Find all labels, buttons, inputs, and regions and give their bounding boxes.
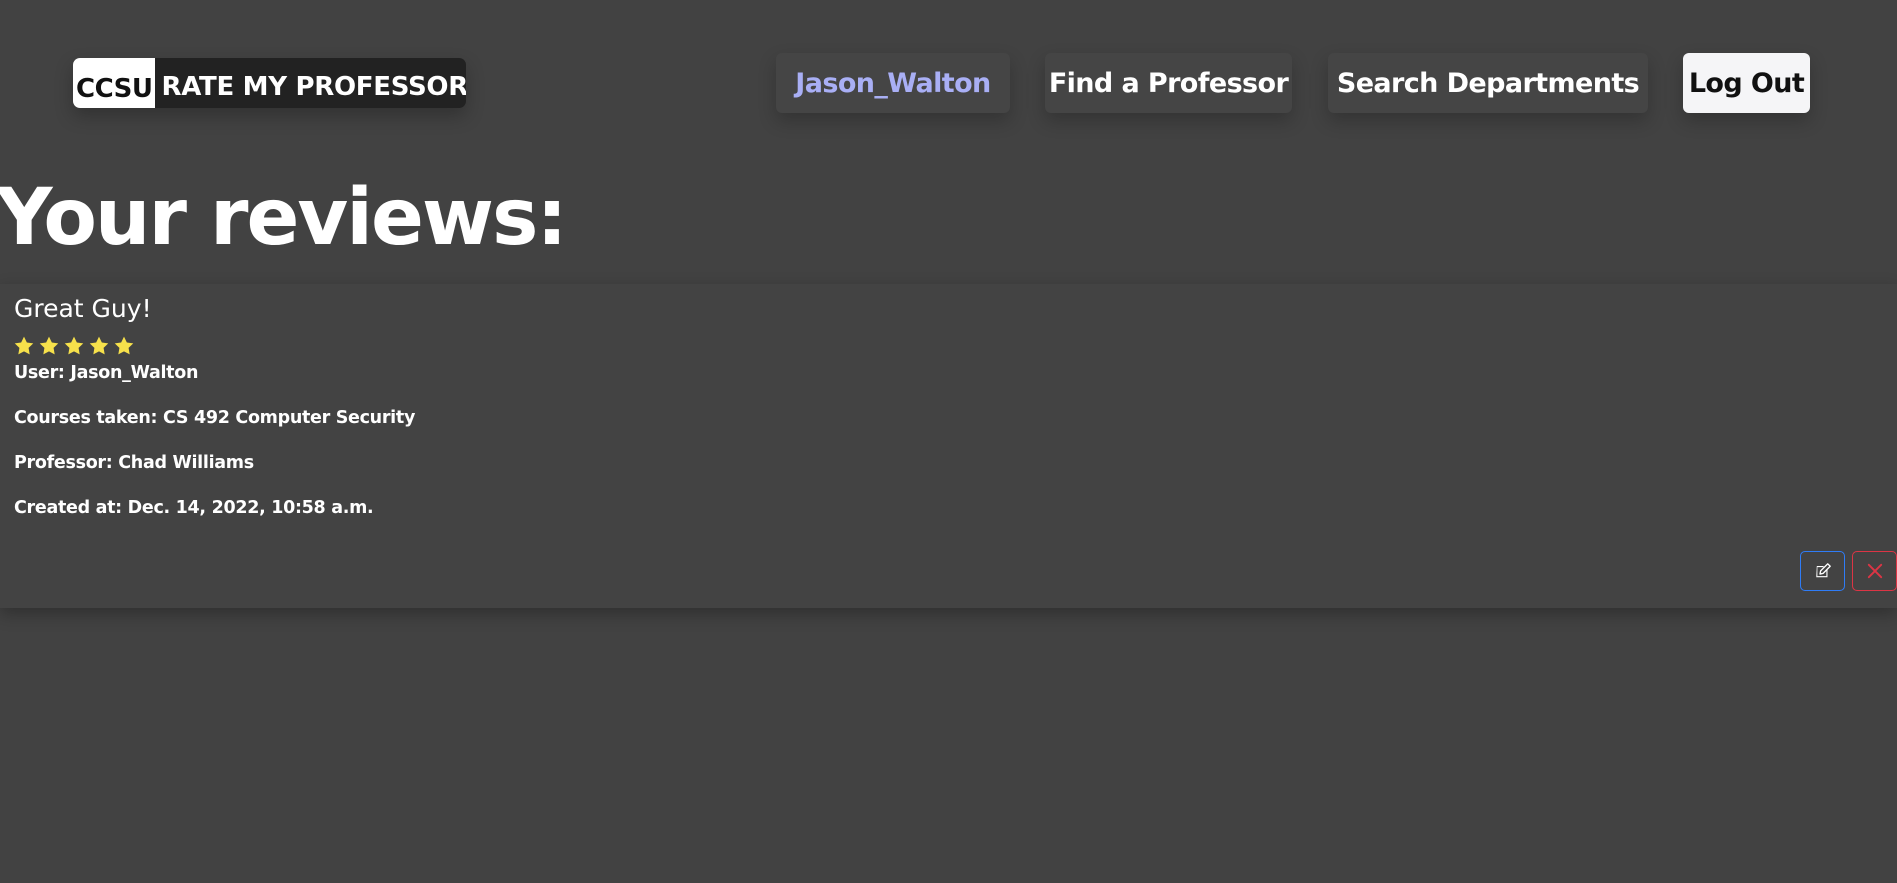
- site-logo[interactable]: CCSU RATE MY PROFESSOR: [73, 58, 466, 108]
- review-title: Great Guy!: [14, 294, 152, 323]
- star-rating: [13, 335, 135, 357]
- star-icon: [114, 336, 134, 355]
- close-icon: [1867, 563, 1882, 579]
- review-professor: Professor: Chad Williams: [14, 453, 254, 473]
- edit-icon: [1815, 563, 1831, 578]
- delete-review-button[interactable]: [1852, 551, 1897, 591]
- review-user: User: Jason_Walton: [14, 363, 199, 383]
- review-card: Great Guy! User: Jason_Walton Courses ta…: [0, 284, 1897, 608]
- review-courses: Courses taken: CS 492 Computer Security: [14, 408, 416, 428]
- review-created-at: Created at: Dec. 14, 2022, 10:58 a.m.: [14, 498, 374, 518]
- nav-search-departments[interactable]: Search Departments: [1328, 53, 1648, 113]
- logo-title: RATE MY PROFESSOR: [161, 72, 466, 102]
- star-icon: [89, 336, 109, 355]
- nav-find-professor[interactable]: Find a Professor: [1045, 53, 1292, 113]
- star-icon: [39, 336, 59, 355]
- logo-ccsu: CCSU: [73, 58, 156, 108]
- star-icon: [64, 336, 84, 355]
- page-title: Your reviews:: [0, 173, 568, 263]
- star-icon: [14, 336, 34, 355]
- logout-button[interactable]: Log Out: [1683, 53, 1810, 113]
- edit-review-button[interactable]: [1800, 551, 1845, 591]
- nav-username-link[interactable]: Jason_Walton: [776, 53, 1010, 113]
